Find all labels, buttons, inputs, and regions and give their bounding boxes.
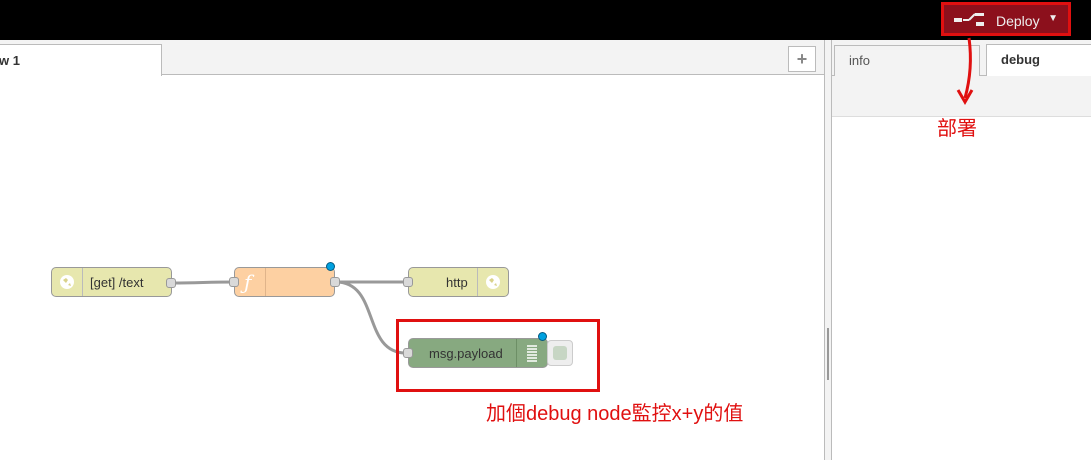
flow-canvas[interactable]: [get] /text ƒ http msg.payload 加個debug n…: [0, 75, 824, 460]
splitter-grip[interactable]: [827, 328, 829, 380]
globe-icon: [52, 268, 83, 296]
port-function-in[interactable]: [229, 277, 239, 287]
port-http-in-out[interactable]: [166, 278, 176, 288]
node-function[interactable]: ƒ: [234, 267, 335, 297]
globe-icon: [477, 268, 508, 296]
node-http-response-label: http: [446, 275, 468, 290]
wire-httpin-function: [171, 280, 235, 285]
node-http-in[interactable]: [get] /text: [51, 267, 172, 297]
deploy-note: 部署: [937, 118, 977, 140]
function-icon: ƒ: [235, 268, 266, 296]
function-glyph: ƒ: [244, 270, 252, 294]
deploy-arrow: [956, 37, 974, 105]
port-function-out[interactable]: [330, 277, 340, 287]
debug-note: 加個debug node監控x+y的值: [486, 403, 744, 425]
node-http-response[interactable]: http: [408, 267, 509, 297]
changed-indicator: [326, 262, 335, 271]
debug-highlight-box: [396, 319, 600, 392]
port-http-response-in[interactable]: [403, 277, 413, 287]
node-http-in-label: [get] /text: [90, 275, 144, 290]
